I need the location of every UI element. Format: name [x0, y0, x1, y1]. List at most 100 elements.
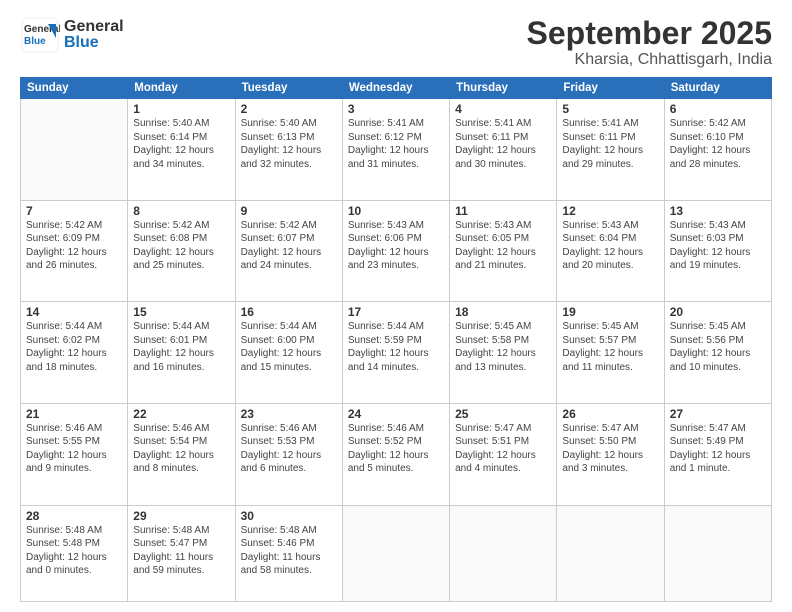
day-number: 20 [670, 305, 766, 319]
col-wednesday: Wednesday [342, 78, 449, 99]
day-number: 30 [241, 509, 337, 523]
day-number: 18 [455, 305, 551, 319]
table-cell [664, 505, 771, 602]
table-cell: 20Sunrise: 5:45 AMSunset: 5:56 PMDayligh… [664, 302, 771, 404]
day-info: Sunrise: 5:42 AMSunset: 6:09 PMDaylight:… [26, 219, 122, 273]
logo-icon: General Blue [20, 16, 60, 54]
svg-text:Blue: Blue [24, 36, 46, 47]
day-info: Sunrise: 5:41 AMSunset: 6:12 PMDaylight:… [348, 117, 444, 171]
table-cell: 19Sunrise: 5:45 AMSunset: 5:57 PMDayligh… [557, 302, 664, 404]
day-number: 4 [455, 102, 551, 116]
day-number: 3 [348, 102, 444, 116]
table-cell: 1Sunrise: 5:40 AMSunset: 6:14 PMDaylight… [128, 99, 235, 201]
day-info: Sunrise: 5:48 AMSunset: 5:46 PMDaylight:… [241, 524, 337, 578]
day-info: Sunrise: 5:43 AMSunset: 6:05 PMDaylight:… [455, 219, 551, 273]
table-cell: 11Sunrise: 5:43 AMSunset: 6:05 PMDayligh… [450, 200, 557, 302]
day-info: Sunrise: 5:45 AMSunset: 5:58 PMDaylight:… [455, 320, 551, 374]
day-number: 25 [455, 407, 551, 421]
day-number: 12 [562, 204, 658, 218]
day-number: 8 [133, 204, 229, 218]
day-number: 6 [670, 102, 766, 116]
day-number: 17 [348, 305, 444, 319]
day-number: 2 [241, 102, 337, 116]
day-number: 14 [26, 305, 122, 319]
col-thursday: Thursday [450, 78, 557, 99]
day-number: 22 [133, 407, 229, 421]
day-info: Sunrise: 5:47 AMSunset: 5:50 PMDaylight:… [562, 422, 658, 476]
day-info: Sunrise: 5:43 AMSunset: 6:03 PMDaylight:… [670, 219, 766, 273]
day-info: Sunrise: 5:42 AMSunset: 6:08 PMDaylight:… [133, 219, 229, 273]
day-number: 23 [241, 407, 337, 421]
table-cell: 14Sunrise: 5:44 AMSunset: 6:02 PMDayligh… [21, 302, 128, 404]
day-number: 24 [348, 407, 444, 421]
table-cell: 2Sunrise: 5:40 AMSunset: 6:13 PMDaylight… [235, 99, 342, 201]
day-number: 15 [133, 305, 229, 319]
logo-blue-text: Blue [64, 35, 124, 51]
table-cell: 10Sunrise: 5:43 AMSunset: 6:06 PMDayligh… [342, 200, 449, 302]
page: General Blue General Blue September 2025… [0, 0, 792, 612]
day-number: 21 [26, 407, 122, 421]
day-info: Sunrise: 5:47 AMSunset: 5:51 PMDaylight:… [455, 422, 551, 476]
day-number: 1 [133, 102, 229, 116]
day-info: Sunrise: 5:43 AMSunset: 6:06 PMDaylight:… [348, 219, 444, 273]
title-block: September 2025 Kharsia, Chhattisgarh, In… [527, 16, 772, 69]
col-saturday: Saturday [664, 78, 771, 99]
day-info: Sunrise: 5:41 AMSunset: 6:11 PMDaylight:… [455, 117, 551, 171]
table-cell: 29Sunrise: 5:48 AMSunset: 5:47 PMDayligh… [128, 505, 235, 602]
col-sunday: Sunday [21, 78, 128, 99]
day-number: 19 [562, 305, 658, 319]
day-info: Sunrise: 5:42 AMSunset: 6:10 PMDaylight:… [670, 117, 766, 171]
header: General Blue General Blue September 2025… [20, 16, 772, 69]
day-number: 11 [455, 204, 551, 218]
day-info: Sunrise: 5:48 AMSunset: 5:48 PMDaylight:… [26, 524, 122, 578]
day-info: Sunrise: 5:46 AMSunset: 5:55 PMDaylight:… [26, 422, 122, 476]
table-cell [450, 505, 557, 602]
logo-general-text: General [64, 19, 124, 35]
day-number: 10 [348, 204, 444, 218]
table-cell [21, 99, 128, 201]
table-cell: 7Sunrise: 5:42 AMSunset: 6:09 PMDaylight… [21, 200, 128, 302]
day-number: 26 [562, 407, 658, 421]
day-info: Sunrise: 5:47 AMSunset: 5:49 PMDaylight:… [670, 422, 766, 476]
table-cell: 28Sunrise: 5:48 AMSunset: 5:48 PMDayligh… [21, 505, 128, 602]
table-cell: 4Sunrise: 5:41 AMSunset: 6:11 PMDaylight… [450, 99, 557, 201]
table-cell: 6Sunrise: 5:42 AMSunset: 6:10 PMDaylight… [664, 99, 771, 201]
day-info: Sunrise: 5:42 AMSunset: 6:07 PMDaylight:… [241, 219, 337, 273]
day-number: 16 [241, 305, 337, 319]
day-info: Sunrise: 5:46 AMSunset: 5:53 PMDaylight:… [241, 422, 337, 476]
day-number: 5 [562, 102, 658, 116]
table-cell [557, 505, 664, 602]
day-number: 13 [670, 204, 766, 218]
day-info: Sunrise: 5:45 AMSunset: 5:57 PMDaylight:… [562, 320, 658, 374]
table-cell: 21Sunrise: 5:46 AMSunset: 5:55 PMDayligh… [21, 403, 128, 505]
table-cell: 18Sunrise: 5:45 AMSunset: 5:58 PMDayligh… [450, 302, 557, 404]
calendar-table: Sunday Monday Tuesday Wednesday Thursday… [20, 77, 772, 602]
day-info: Sunrise: 5:44 AMSunset: 5:59 PMDaylight:… [348, 320, 444, 374]
day-number: 9 [241, 204, 337, 218]
table-cell: 13Sunrise: 5:43 AMSunset: 6:03 PMDayligh… [664, 200, 771, 302]
day-info: Sunrise: 5:45 AMSunset: 5:56 PMDaylight:… [670, 320, 766, 374]
day-info: Sunrise: 5:41 AMSunset: 6:11 PMDaylight:… [562, 117, 658, 171]
day-info: Sunrise: 5:44 AMSunset: 6:00 PMDaylight:… [241, 320, 337, 374]
month-title: September 2025 [527, 16, 772, 51]
table-cell: 27Sunrise: 5:47 AMSunset: 5:49 PMDayligh… [664, 403, 771, 505]
table-cell: 16Sunrise: 5:44 AMSunset: 6:00 PMDayligh… [235, 302, 342, 404]
day-info: Sunrise: 5:46 AMSunset: 5:52 PMDaylight:… [348, 422, 444, 476]
day-info: Sunrise: 5:43 AMSunset: 6:04 PMDaylight:… [562, 219, 658, 273]
day-info: Sunrise: 5:44 AMSunset: 6:01 PMDaylight:… [133, 320, 229, 374]
table-cell: 12Sunrise: 5:43 AMSunset: 6:04 PMDayligh… [557, 200, 664, 302]
day-number: 29 [133, 509, 229, 523]
table-cell [342, 505, 449, 602]
day-number: 27 [670, 407, 766, 421]
logo: General Blue General Blue [20, 16, 124, 54]
day-info: Sunrise: 5:40 AMSunset: 6:13 PMDaylight:… [241, 117, 337, 171]
day-info: Sunrise: 5:40 AMSunset: 6:14 PMDaylight:… [133, 117, 229, 171]
table-cell: 9Sunrise: 5:42 AMSunset: 6:07 PMDaylight… [235, 200, 342, 302]
table-cell: 17Sunrise: 5:44 AMSunset: 5:59 PMDayligh… [342, 302, 449, 404]
col-monday: Monday [128, 78, 235, 99]
day-number: 7 [26, 204, 122, 218]
table-cell: 24Sunrise: 5:46 AMSunset: 5:52 PMDayligh… [342, 403, 449, 505]
table-cell: 5Sunrise: 5:41 AMSunset: 6:11 PMDaylight… [557, 99, 664, 201]
table-cell: 25Sunrise: 5:47 AMSunset: 5:51 PMDayligh… [450, 403, 557, 505]
table-cell: 22Sunrise: 5:46 AMSunset: 5:54 PMDayligh… [128, 403, 235, 505]
